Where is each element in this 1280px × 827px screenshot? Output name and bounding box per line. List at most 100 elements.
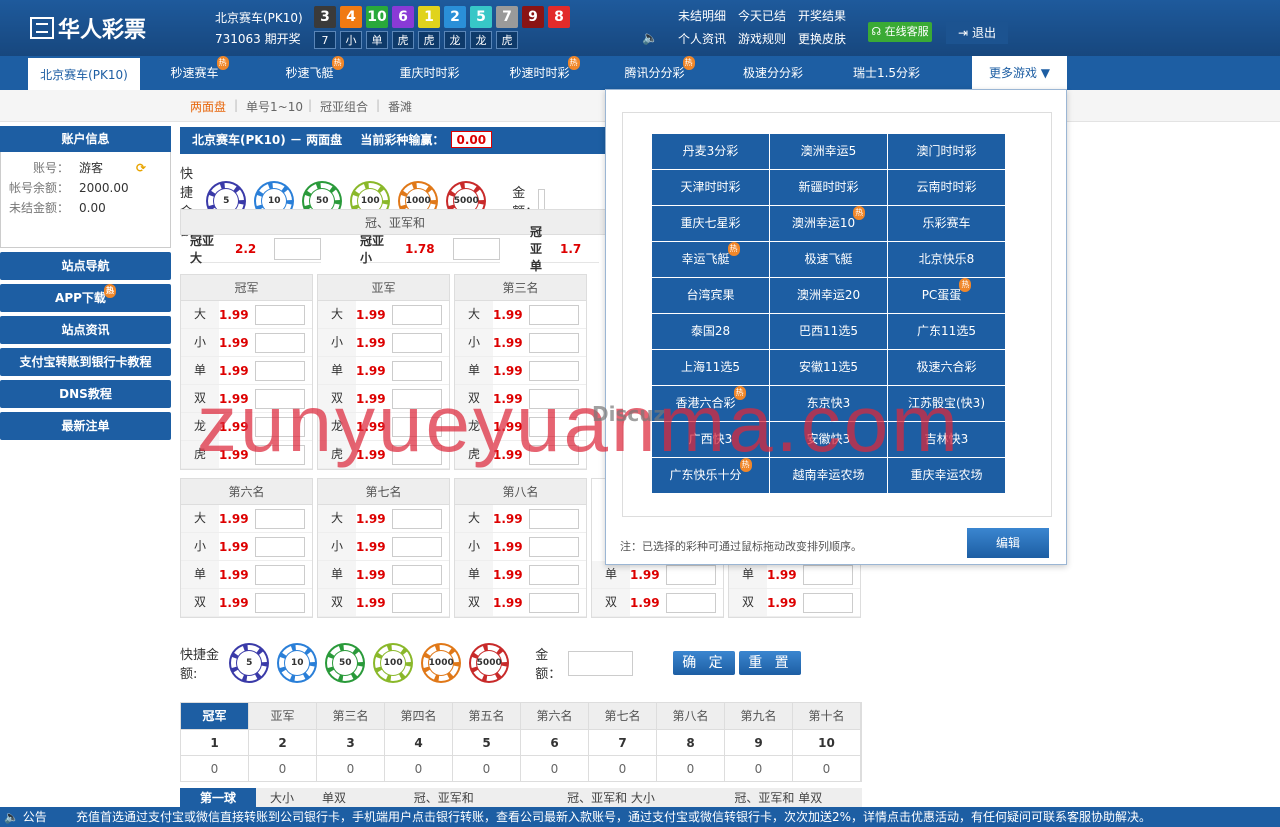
subnav-item[interactable]: 番滩: [388, 98, 412, 115]
game-item[interactable]: 幸运飞艇热: [652, 242, 769, 277]
lower-tab[interactable]: 单双: [308, 788, 360, 808]
sidebar-button[interactable]: DNS教程: [0, 380, 171, 408]
stats-tab[interactable]: 第四名: [385, 703, 453, 729]
amount-input[interactable]: [567, 650, 634, 676]
game-item[interactable]: 澳洲幸运10热: [770, 206, 887, 241]
chip-5000[interactable]: 5000: [471, 645, 508, 681]
nav-item[interactable]: 极速分分彩: [717, 56, 829, 90]
stats-tab[interactable]: 第三名: [317, 703, 385, 729]
game-item[interactable]: 泰国28: [652, 314, 769, 349]
site-logo[interactable]: 华人彩票: [30, 12, 146, 44]
header-link[interactable]: 未结明细: [678, 7, 726, 24]
bet-input[interactable]: [255, 304, 305, 325]
bet-input[interactable]: [255, 332, 305, 353]
logout-button[interactable]: ⇥ 退出: [946, 22, 1008, 44]
bet-input[interactable]: [392, 592, 442, 613]
game-item[interactable]: 澳洲幸运5: [770, 134, 887, 169]
bet-input[interactable]: [392, 564, 442, 585]
edit-button[interactable]: 编辑: [967, 528, 1049, 558]
sidebar-button[interactable]: APP下载热: [0, 284, 171, 312]
sidebar-button[interactable]: 站点资讯: [0, 316, 171, 344]
nav-item[interactable]: 腾讯分分彩热: [602, 56, 717, 90]
bet-name: 冠亚小: [360, 233, 385, 265]
lower-tab[interactable]: 冠、亚军和 单双: [695, 788, 862, 808]
nav-item[interactable]: 秒速赛车热: [142, 56, 257, 90]
bet-input[interactable]: [255, 536, 305, 557]
bet-input[interactable]: [255, 592, 305, 613]
subnav-item[interactable]: 冠亚组合: [320, 98, 368, 115]
reset-button[interactable]: 重 置: [739, 651, 802, 675]
bet-input[interactable]: [452, 237, 500, 260]
game-item[interactable]: 天津时时彩: [652, 170, 769, 205]
nav-item[interactable]: 瑞士1.5分彩: [829, 56, 944, 90]
bet-input[interactable]: [529, 592, 579, 613]
bet-input[interactable]: [666, 564, 716, 585]
header-link[interactable]: 个人资讯: [678, 30, 726, 47]
bet-input[interactable]: [529, 304, 579, 325]
bet-input[interactable]: [274, 237, 322, 260]
game-item[interactable]: 重庆七星彩: [652, 206, 769, 241]
sidebar-button[interactable]: 站点导航: [0, 252, 171, 280]
nav-item[interactable]: 秒速时时彩热: [487, 56, 602, 90]
chip-50[interactable]: 50: [327, 645, 364, 681]
game-item[interactable]: 台湾宾果: [652, 278, 769, 313]
header-link[interactable]: 开奖结果: [798, 7, 846, 24]
stats-tab[interactable]: 第八名: [657, 703, 725, 729]
chip-100[interactable]: 100: [375, 645, 412, 681]
more-games-button[interactable]: 更多游戏 ▼: [972, 56, 1067, 90]
header-link[interactable]: 今天已结: [738, 7, 786, 24]
header-link[interactable]: 更换皮肤: [798, 30, 846, 47]
bet-input[interactable]: [666, 592, 716, 613]
lower-tab[interactable]: 大小: [256, 788, 308, 808]
game-item[interactable]: 极速飞艇: [770, 242, 887, 277]
chip-5[interactable]: 5: [231, 645, 268, 681]
bet-input[interactable]: [392, 332, 442, 353]
header-link[interactable]: 游戏规则: [738, 30, 786, 47]
stats-tab[interactable]: 第十名: [793, 703, 861, 729]
subnav-item[interactable]: 两面盘: [190, 98, 226, 115]
sidebar-button[interactable]: 最新注单: [0, 412, 171, 440]
stats-tab[interactable]: 第六名: [521, 703, 589, 729]
game-item[interactable]: PC蛋蛋热: [888, 278, 1005, 313]
stats-tab[interactable]: 第五名: [453, 703, 521, 729]
game-item[interactable]: 广东11选5: [888, 314, 1005, 349]
lower-tab[interactable]: 第一球: [180, 788, 257, 808]
game-item[interactable]: 新疆时时彩: [770, 170, 887, 205]
game-item[interactable]: 乐彩赛车: [888, 206, 1005, 241]
bet-input[interactable]: [529, 536, 579, 557]
bet-input[interactable]: [255, 564, 305, 585]
stats-tab[interactable]: 第九名: [725, 703, 793, 729]
subnav-item[interactable]: 单号1~10: [246, 98, 303, 115]
sidebar-button[interactable]: 支付宝转账到银行卡教程: [0, 348, 171, 376]
bet-input[interactable]: [529, 508, 579, 529]
chip-1000[interactable]: 1000: [423, 645, 460, 681]
bet-input[interactable]: [803, 592, 853, 613]
confirm-button[interactable]: 确 定: [673, 651, 736, 675]
game-item[interactable]: 丹麦3分彩: [652, 134, 769, 169]
bet-input[interactable]: [392, 304, 442, 325]
notice-message[interactable]: 充值首选通过支付宝或微信直接转账到公司银行卡，手机端用户点击银行转账，查看公司最…: [76, 807, 1151, 827]
game-item[interactable]: 云南时时彩: [888, 170, 1005, 205]
refresh-icon[interactable]: ⟳: [136, 158, 146, 178]
online-service-button[interactable]: ☊ 在线客服: [868, 22, 932, 42]
bet-input[interactable]: [529, 564, 579, 585]
nav-item[interactable]: 重庆时时彩: [372, 56, 487, 90]
stats-tab[interactable]: 第七名: [589, 703, 657, 729]
game-item[interactable]: 澳洲幸运20: [770, 278, 887, 313]
lower-tab[interactable]: 冠、亚军和: [360, 788, 527, 808]
stats-tab[interactable]: 冠军: [181, 703, 249, 729]
bet-input[interactable]: [529, 332, 579, 353]
game-item[interactable]: 北京快乐8: [888, 242, 1005, 277]
game-item[interactable]: 澳门时时彩: [888, 134, 1005, 169]
bet-input[interactable]: [255, 508, 305, 529]
stats-tab[interactable]: 亚军: [249, 703, 317, 729]
bet-input[interactable]: [392, 508, 442, 529]
nav-item[interactable]: 北京赛车(PK10): [28, 56, 140, 90]
game-item[interactable]: 巴西11选5: [770, 314, 887, 349]
sound-icon[interactable]: 🔈: [642, 31, 658, 46]
chip-10[interactable]: 10: [279, 645, 316, 681]
lower-tab[interactable]: 冠、亚军和 大小: [527, 788, 694, 808]
bet-input[interactable]: [803, 564, 853, 585]
bet-input[interactable]: [392, 536, 442, 557]
nav-item[interactable]: 秒速飞艇热: [257, 56, 372, 90]
